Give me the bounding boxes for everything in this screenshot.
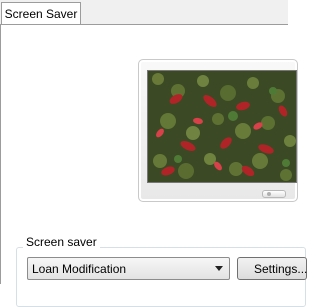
screen-saver-select-value: Loan Modification	[32, 261, 127, 276]
preview-screen	[147, 70, 297, 183]
screen-saver-group-label: Screen saver	[23, 235, 100, 249]
screen-saver-select[interactable]: Loan Modification	[27, 257, 230, 280]
power-indicator-icon	[267, 192, 271, 196]
settings-button[interactable]: Settings...	[237, 257, 307, 280]
monitor-power-button	[262, 190, 286, 198]
leaves-foliage-preview	[148, 71, 296, 182]
chevron-down-icon	[215, 266, 223, 271]
tab-screen-saver[interactable]: Screen Saver	[1, 2, 81, 24]
